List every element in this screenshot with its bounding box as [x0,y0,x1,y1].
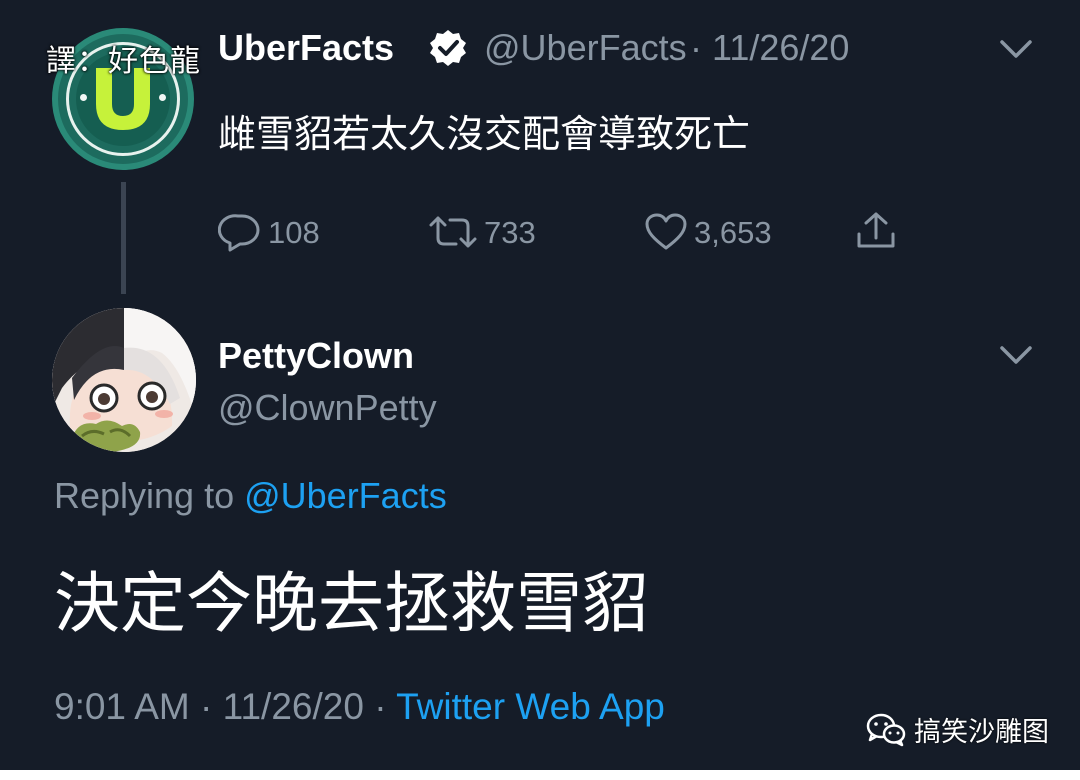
original-tweet-text: 雌雪貂若太久沒交配會導致死亡 [218,112,751,156]
chevron-down-icon[interactable] [998,38,1034,60]
replying-to-label: Replying to [54,475,245,516]
reply-count: 108 [268,214,320,250]
wechat-account-name: 搞笑沙雕图 [914,717,1049,748]
reply-tweet-text: 決定今晚去拯救雪貂 [54,565,648,642]
reply-tweet-meta: 9:01 AM · 11/26/20 · Twitter Web App [54,688,665,725]
reply-author-name[interactable]: PettyClown [218,338,414,374]
replying-to-mention-link[interactable]: @UberFacts [244,475,447,516]
translator-watermark: 譯：好色龍 [46,44,201,79]
like-count: 3,653 [694,214,772,250]
original-author-name[interactable]: UberFacts [218,30,394,66]
retweet-count: 733 [484,214,536,250]
replying-to-line: Replying to @UberFacts [54,478,447,514]
reply-author-handle[interactable]: @ClownPetty [218,390,437,426]
reply-source-link[interactable]: Twitter Web App [396,686,665,727]
chevron-down-icon[interactable] [998,344,1034,366]
tweet-thread-screenshot: 譯：好色龍 UberFacts @UberFacts · 11/26/20 雌雪… [0,0,1080,770]
verified-badge-icon [430,30,466,66]
share-icon [857,212,895,248]
like-action[interactable]: 3,653 [644,212,772,252]
reply-timestamp[interactable]: 9:01 AM · 11/26/20 · [54,686,396,727]
original-tweet-date[interactable]: · 11/26/20 [690,30,849,66]
like-icon [645,213,687,250]
share-action[interactable] [854,210,898,252]
retweet-action[interactable]: 733 [428,212,536,252]
pettyclown-avatar[interactable] [52,308,196,452]
reply-action[interactable]: 108 [218,212,320,252]
thread-connector-line [121,182,126,294]
wechat-watermark: 搞笑沙雕图 [866,710,1049,749]
retweet-icon [429,216,477,248]
original-author-handle[interactable]: @UberFacts [484,30,687,66]
wechat-icon [866,713,906,746]
reply-icon [218,214,260,252]
